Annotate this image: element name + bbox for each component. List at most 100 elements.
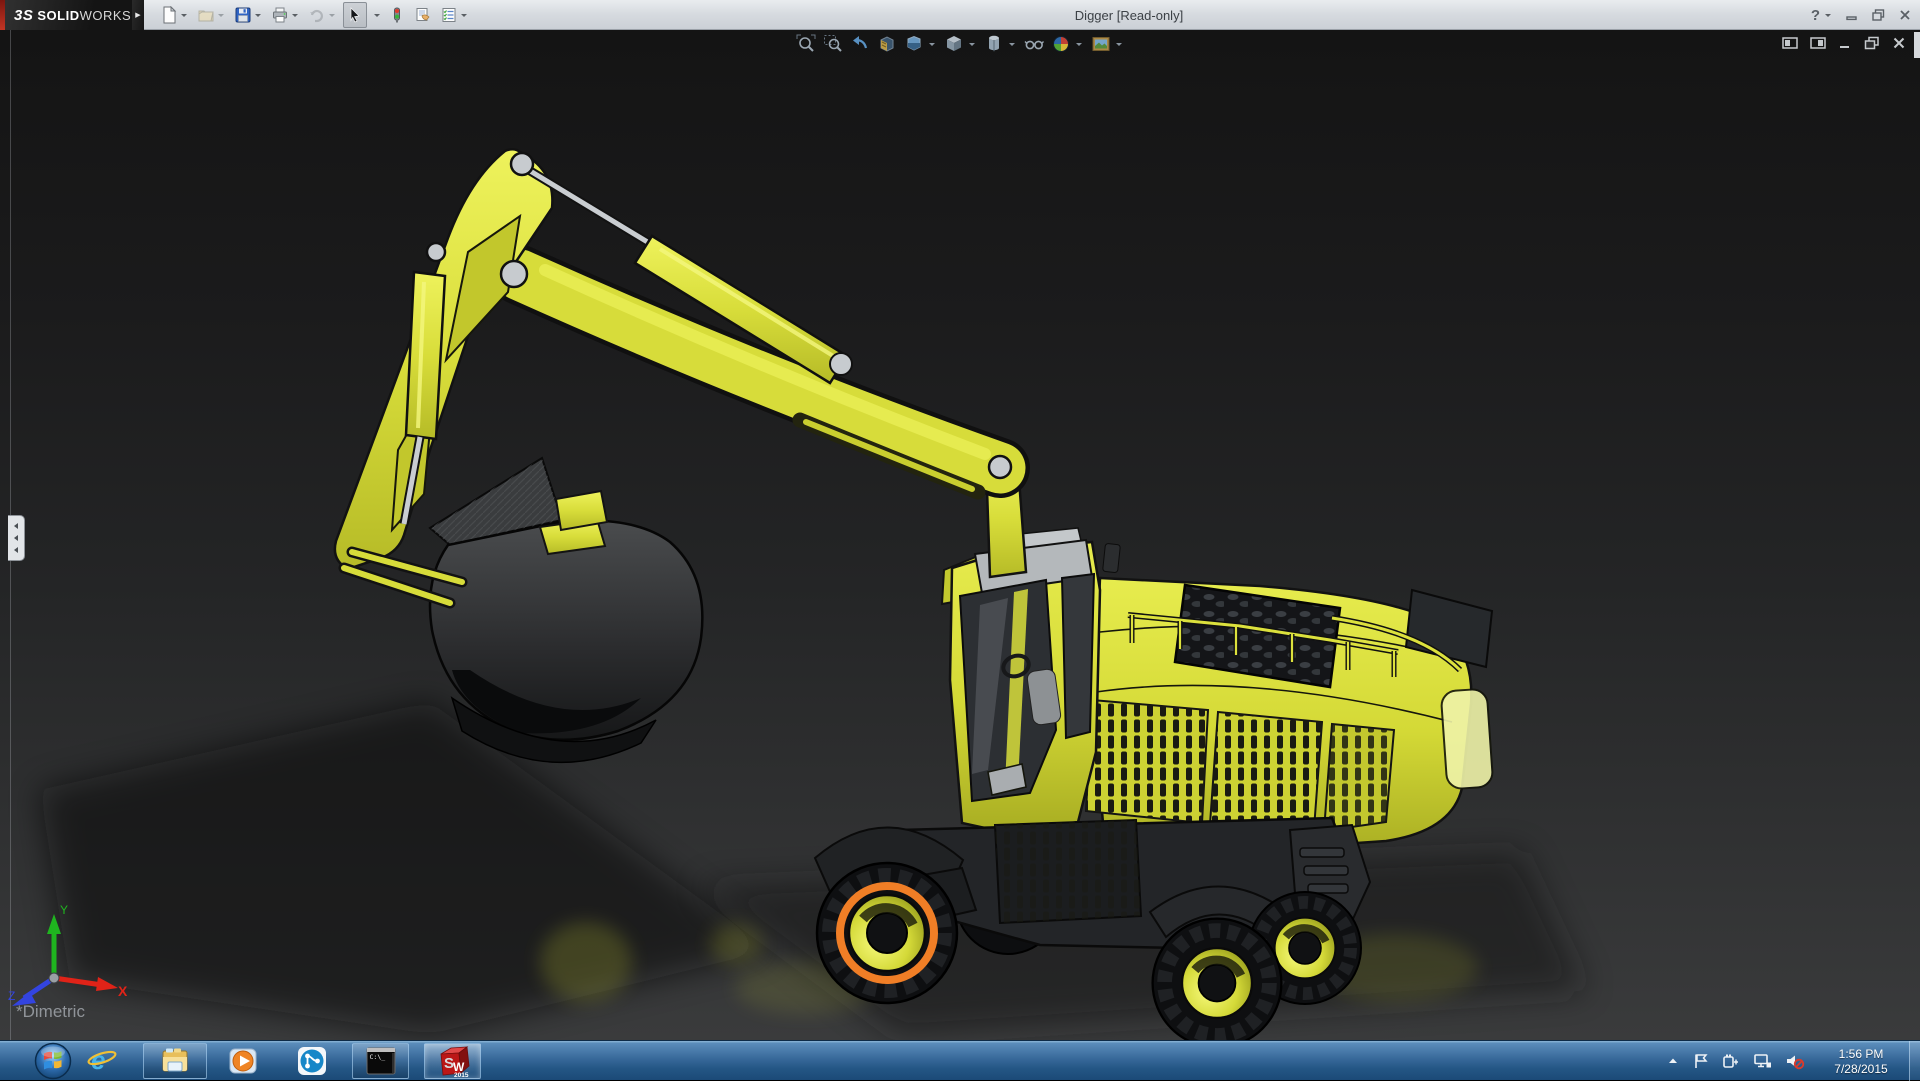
section-view-button[interactable] bbox=[877, 34, 897, 54]
edit-appearance-button[interactable] bbox=[1051, 34, 1084, 54]
command-prompt-icon: C:\_ bbox=[365, 1046, 397, 1076]
zoom-to-area-icon bbox=[823, 34, 843, 54]
section-view-icon bbox=[877, 34, 897, 54]
dropdown-caret-icon[interactable] bbox=[1074, 39, 1084, 49]
dropdown-caret-icon[interactable] bbox=[327, 10, 337, 20]
traffic-light-icon bbox=[388, 6, 406, 24]
collapse-arrow-icon bbox=[12, 522, 20, 530]
print-button[interactable] bbox=[269, 2, 302, 28]
triad-x-label: X bbox=[118, 983, 128, 999]
open-folder-icon bbox=[197, 6, 215, 24]
solidworks-logo[interactable]: 3S SOLIDWORKS bbox=[0, 0, 132, 30]
system-tray bbox=[1666, 1041, 1816, 1081]
doc-window-left-icon[interactable] bbox=[1782, 36, 1798, 50]
undo-button[interactable] bbox=[306, 2, 339, 28]
show-hidden-icons-button[interactable] bbox=[1666, 1054, 1680, 1068]
view-settings-button[interactable] bbox=[904, 34, 937, 54]
bucket[interactable] bbox=[430, 458, 702, 762]
restore-button[interactable] bbox=[1871, 8, 1886, 22]
brand-works: WORKS bbox=[80, 8, 132, 23]
window-title: Digger [Read-only] bbox=[450, 0, 1808, 30]
dropdown-caret-icon[interactable] bbox=[927, 39, 937, 49]
triad-x-axis: X bbox=[54, 977, 128, 999]
taskbar-item-windows-explorer[interactable] bbox=[143, 1043, 207, 1079]
rebuild-button[interactable] bbox=[386, 2, 408, 28]
collapse-arrow-icon bbox=[12, 534, 20, 542]
view-orientation-button[interactable] bbox=[944, 34, 977, 54]
brand-solid: SOLID bbox=[37, 8, 79, 23]
volume-muted-icon[interactable] bbox=[1785, 1053, 1805, 1070]
dropdown-caret-icon[interactable] bbox=[1114, 39, 1124, 49]
collapse-arrow-icon bbox=[12, 546, 20, 554]
branch-app-icon bbox=[296, 1045, 328, 1077]
minimize-button[interactable] bbox=[1845, 8, 1859, 22]
power-icon[interactable] bbox=[1722, 1053, 1740, 1069]
zoom-to-fit-button[interactable] bbox=[796, 34, 816, 54]
doc-restore-button[interactable] bbox=[1864, 36, 1880, 50]
dropdown-caret-icon[interactable] bbox=[253, 10, 263, 20]
logo-red-stripe bbox=[0, 0, 5, 30]
file-properties-icon bbox=[414, 6, 432, 24]
dropdown-caret-icon[interactable] bbox=[1007, 39, 1017, 49]
triad-z-label: Z bbox=[8, 989, 15, 1003]
file-properties-button[interactable] bbox=[412, 2, 434, 28]
dropdown-caret-icon[interactable] bbox=[216, 10, 226, 20]
doc-close-button[interactable] bbox=[1892, 36, 1906, 50]
feature-manager-collapsed-tab[interactable] bbox=[8, 515, 25, 561]
taskbar-item-internet-explorer[interactable]: e bbox=[84, 1043, 120, 1079]
zoom-to-area-button[interactable] bbox=[823, 34, 843, 54]
appearance-sphere-icon bbox=[1051, 34, 1071, 54]
document-window-controls bbox=[1782, 36, 1906, 50]
view-settings-icon bbox=[904, 34, 924, 54]
taskbar-item-solidworks[interactable]: S W 2015 bbox=[424, 1043, 481, 1079]
scene-photo-icon bbox=[1091, 34, 1111, 54]
internet-explorer-icon: e bbox=[86, 1045, 118, 1077]
menu-expand-arrow-icon[interactable]: ▶ bbox=[132, 0, 144, 30]
dropdown-caret-icon[interactable] bbox=[290, 10, 300, 20]
doc-window-right-icon[interactable] bbox=[1810, 36, 1826, 50]
taskbar: e C:\_ bbox=[0, 1040, 1920, 1080]
dropdown-caret-icon[interactable] bbox=[967, 39, 977, 49]
start-button[interactable] bbox=[30, 1043, 76, 1079]
open-button[interactable] bbox=[195, 2, 228, 28]
save-floppy-icon bbox=[234, 6, 252, 24]
doc-minimize-button[interactable] bbox=[1838, 36, 1852, 50]
help-button[interactable]: ? bbox=[1811, 7, 1833, 24]
media-player-icon bbox=[227, 1045, 259, 1077]
undo-arrow-icon bbox=[308, 6, 326, 24]
close-button[interactable] bbox=[1898, 8, 1912, 22]
glasses-icon bbox=[1024, 34, 1044, 54]
display-style-button[interactable] bbox=[984, 34, 1017, 54]
select-dropdown-caret-icon[interactable] bbox=[372, 10, 382, 20]
task-pane-collapsed-tab[interactable] bbox=[1914, 32, 1920, 58]
clock-date: 7/28/2015 bbox=[1822, 1062, 1900, 1076]
excavator-model[interactable] bbox=[0, 30, 1920, 1040]
taskbar-item-branch-app[interactable] bbox=[294, 1043, 330, 1079]
help-caret-icon[interactable] bbox=[1823, 10, 1833, 20]
taskbar-clock[interactable]: 1:56 PM 7/28/2015 bbox=[1822, 1041, 1900, 1081]
apply-scene-button[interactable] bbox=[1091, 34, 1124, 54]
previous-view-icon bbox=[850, 34, 870, 54]
save-button[interactable] bbox=[232, 2, 265, 28]
action-center-flag-icon[interactable] bbox=[1693, 1053, 1709, 1069]
view-cube-icon bbox=[944, 34, 964, 54]
wheel-front-right[interactable] bbox=[1153, 919, 1282, 1040]
help-icon: ? bbox=[1811, 7, 1820, 24]
hide-show-items-button[interactable] bbox=[1024, 34, 1044, 54]
taskbar-item-command-prompt[interactable]: C:\_ bbox=[352, 1043, 409, 1079]
select-tool-button[interactable] bbox=[343, 2, 367, 28]
brand-prefix: 3S bbox=[14, 7, 33, 24]
excavator-body[interactable] bbox=[942, 528, 1493, 857]
show-desktop-button[interactable] bbox=[1909, 1041, 1920, 1081]
previous-view-button[interactable] bbox=[850, 34, 870, 54]
dropdown-caret-icon[interactable] bbox=[179, 10, 189, 20]
network-icon[interactable] bbox=[1753, 1053, 1772, 1069]
triad-y-axis: Y bbox=[47, 903, 68, 978]
window-controls: ? bbox=[1811, 0, 1912, 30]
taskbar-item-media-player[interactable] bbox=[225, 1043, 261, 1079]
new-button[interactable] bbox=[158, 2, 191, 28]
heads-up-view-toolbar bbox=[796, 34, 1124, 54]
clock-time: 1:56 PM bbox=[1822, 1047, 1900, 1061]
graphics-viewport[interactable]: Y X Z *Dimetric bbox=[0, 30, 1920, 1040]
new-document-icon bbox=[160, 6, 178, 24]
